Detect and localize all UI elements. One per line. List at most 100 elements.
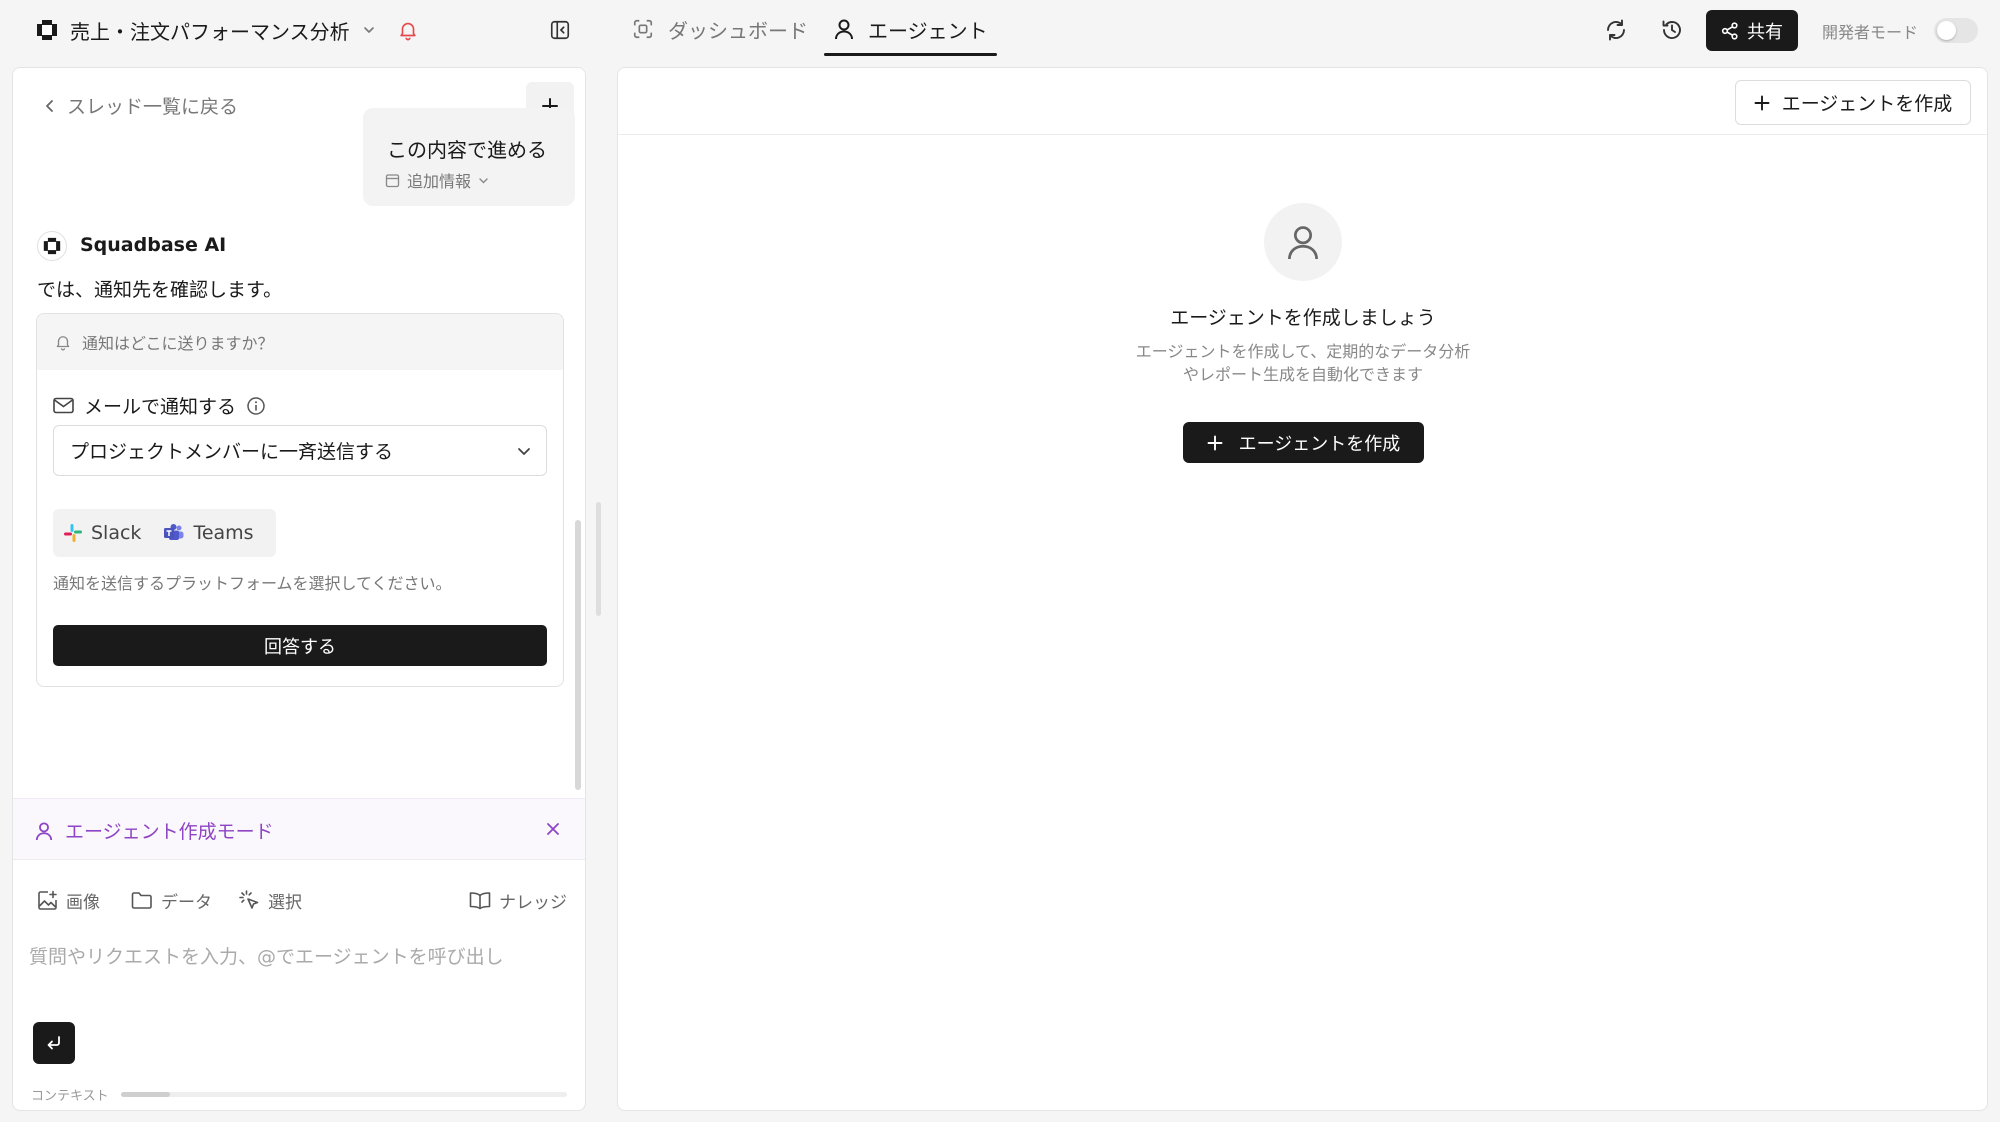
toggle-knob	[1937, 21, 1956, 40]
platform-hint: 通知を送信するプラットフォームを選択してください。	[53, 574, 452, 593]
ai-name: Squadbase AI	[80, 234, 227, 256]
tab-dashboard[interactable]: ダッシュボード	[632, 0, 808, 58]
squadbase-logo-icon	[36, 19, 58, 41]
create-agent-header-label: エージェントを作成	[1781, 93, 1953, 115]
knowledge-button[interactable]: ナレッジ	[469, 888, 567, 913]
ai-avatar	[37, 231, 67, 261]
attach-image-button[interactable]: 画像	[37, 888, 100, 913]
bell-icon	[397, 19, 419, 41]
tab-dashboard-label: ダッシュボード	[668, 18, 808, 43]
select-element-button[interactable]: 選択	[239, 888, 302, 913]
recipient-select[interactable]: プロジェクトメンバーに一斉送信する	[53, 425, 547, 476]
empty-state-description: エージェントを作成して、定期的なデータ分析やレポート生成を自動化できます	[1135, 342, 1471, 384]
platform-slack-label: Slack	[91, 522, 142, 544]
dev-mode-toggle[interactable]	[1934, 18, 1978, 43]
info-icon[interactable]	[246, 396, 266, 416]
user-icon	[834, 18, 854, 40]
empty-state-title: エージェントを作成しましょう	[1170, 307, 1436, 329]
chevron-down-icon	[516, 443, 532, 459]
refresh-icon	[1604, 18, 1628, 42]
calendar-icon	[385, 173, 400, 188]
ai-message: では、通知先を確認します。	[37, 279, 283, 301]
top-bar: 売上・注文パフォーマンス分析 ダッシュボード エージェント 共有 開発者モード	[0, 0, 2000, 60]
exit-agent-mode-button[interactable]	[541, 817, 565, 841]
slack-icon	[63, 523, 83, 543]
history-icon	[1660, 18, 1684, 42]
message-composer: 画像 データ 選択 ナレッジ	[15, 862, 585, 1082]
select-element-label: 選択	[268, 893, 302, 913]
attach-data-button[interactable]: データ	[131, 888, 212, 913]
enter-icon	[44, 1033, 64, 1053]
folder-icon	[131, 891, 153, 910]
squadbase-logo-icon	[43, 237, 61, 255]
share-label: 共有	[1747, 21, 1783, 43]
message-input[interactable]	[29, 942, 569, 992]
create-agent-button[interactable]: エージェントを作成	[1183, 422, 1424, 463]
empty-state-avatar	[1264, 203, 1342, 281]
chevron-down-icon	[478, 175, 489, 186]
user-icon	[35, 821, 53, 841]
question-card: 通知はどこに送りますか？ メールで通知する プロジェクトメンバーに一斉送信する	[36, 313, 564, 687]
teams-icon	[163, 523, 185, 543]
share-icon	[1721, 21, 1739, 40]
plus-icon	[1207, 435, 1223, 451]
email-notify-label: メールで通知する	[53, 392, 266, 419]
refresh-button[interactable]	[1600, 14, 1632, 46]
extra-info-toggle[interactable]: 追加情報	[385, 168, 489, 192]
dashboard-scan-icon	[632, 18, 654, 40]
history-button[interactable]	[1656, 14, 1688, 46]
create-agent-button-label: エージェントを作成	[1238, 433, 1401, 455]
chat-panel: スレッド一覧に戻る この内容で進める 追加情報 Squadbase AI では、…	[12, 67, 586, 1111]
answer-button[interactable]: 回答する	[53, 625, 547, 666]
knowledge-label: ナレッジ	[499, 893, 567, 913]
user-message-text: この内容で進める	[387, 138, 547, 162]
platform-teams-label: Teams	[193, 522, 254, 544]
project-selector[interactable]: 売上・注文パフォーマンス分析	[36, 12, 376, 48]
context-label: コンテキスト	[31, 1089, 109, 1104]
chat-scrollbar[interactable]	[575, 520, 581, 790]
agent-mode-label: エージェント作成モード	[35, 817, 274, 844]
toggle-sidebar-button[interactable]	[546, 16, 574, 44]
context-usage-fill	[120, 1092, 170, 1097]
chevron-down-icon	[362, 23, 376, 37]
context-usage: コンテキスト	[31, 1085, 567, 1104]
back-label: スレッド一覧に戻る	[67, 96, 239, 118]
question-text: 通知はどこに送りますか？	[82, 334, 274, 353]
user-message-bubble: この内容で進める 追加情報	[363, 108, 575, 206]
dev-mode-label: 開発者モード	[1822, 23, 1919, 42]
agents-panel: エージェントを作成 エージェントを作成しましょう エージェントを作成して、定期的…	[617, 67, 1988, 1111]
bell-icon	[54, 333, 72, 351]
agent-creation-mode-bar: エージェント作成モード	[13, 798, 585, 860]
platform-teams[interactable]: Teams	[163, 522, 254, 544]
attach-image-label: 画像	[66, 893, 100, 913]
back-to-threads-link[interactable]: スレッド一覧に戻る	[43, 92, 238, 119]
tab-agent[interactable]: エージェント	[834, 0, 988, 58]
attach-data-label: データ	[161, 893, 212, 913]
context-usage-bar	[120, 1092, 567, 1097]
chevron-left-icon	[43, 98, 57, 114]
plus-icon	[1754, 95, 1770, 111]
cursor-click-icon	[239, 890, 260, 911]
sidebar-collapse-icon	[549, 19, 571, 41]
panel-resize-handle[interactable]	[596, 502, 601, 616]
agents-panel-header: エージェントを作成	[618, 68, 1987, 135]
question-header: 通知はどこに送りますか？	[37, 314, 563, 370]
image-add-icon	[37, 890, 58, 911]
project-title: 売上・注文パフォーマンス分析	[70, 19, 350, 44]
recipient-select-value: プロジェクトメンバーに一斉送信する	[70, 441, 394, 463]
book-open-icon	[469, 891, 491, 910]
tab-agent-label: エージェント	[868, 18, 988, 43]
platform-slack[interactable]: Slack	[63, 522, 141, 544]
active-tab-indicator	[824, 53, 997, 56]
mail-icon	[53, 397, 74, 414]
share-button[interactable]: 共有	[1706, 10, 1798, 51]
platform-toggle-group: Slack Teams	[53, 509, 276, 557]
send-button[interactable]	[33, 1022, 75, 1064]
close-icon	[545, 821, 561, 837]
agent-mode-text: エージェント作成モード	[65, 821, 274, 843]
extra-info-label: 追加情報	[407, 172, 472, 191]
user-icon	[1286, 223, 1320, 261]
notifications-button[interactable]	[394, 16, 422, 44]
email-notify-text: メールで通知する	[84, 396, 237, 418]
create-agent-header-button[interactable]: エージェントを作成	[1735, 80, 1971, 125]
